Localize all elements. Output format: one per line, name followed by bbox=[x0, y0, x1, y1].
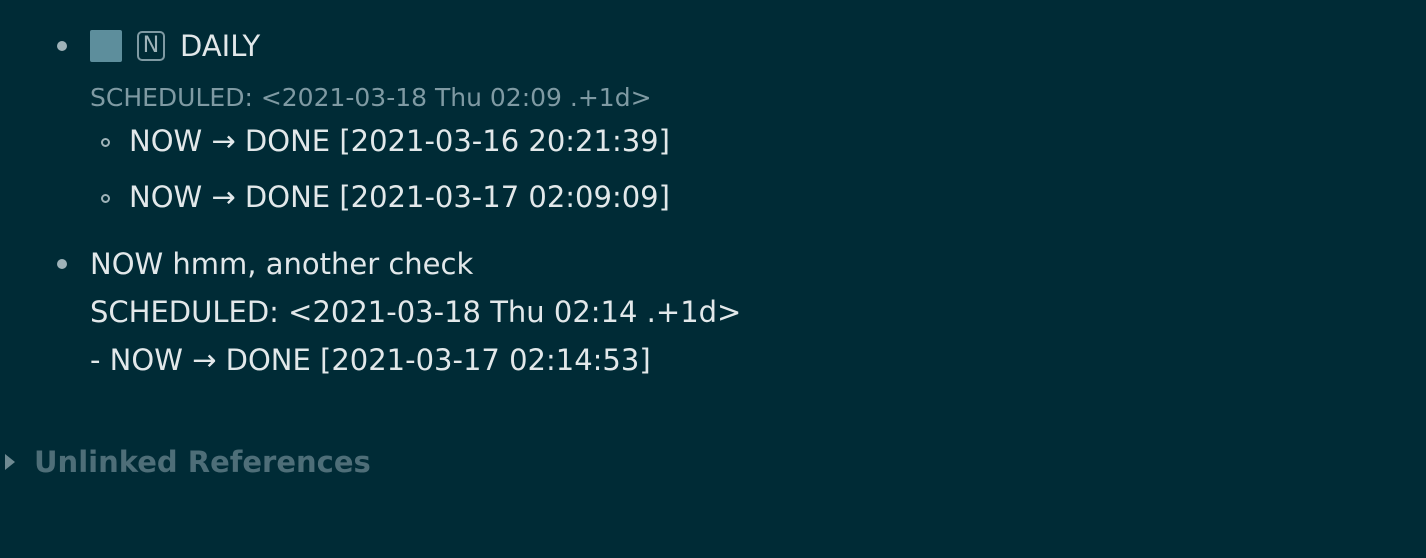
checkbox-icon[interactable] bbox=[90, 30, 122, 62]
bullet-dot-icon[interactable] bbox=[57, 41, 67, 51]
child-log-entry[interactable]: NOW → DONE [2021-03-17 02:09:09] bbox=[129, 179, 670, 215]
page: N DAILY SCHEDULED: <2021-03-18 Thu 02:09… bbox=[0, 0, 1426, 558]
child-bullet-icon[interactable] bbox=[101, 194, 110, 203]
scheduled-line: SCHEDULED: <2021-03-18 Thu 02:09 .+1d> bbox=[90, 83, 652, 112]
block-line[interactable]: NOW hmm, another check bbox=[90, 246, 473, 282]
block-title-daily[interactable]: DAILY bbox=[180, 28, 260, 64]
n-marker-icon[interactable]: N bbox=[137, 31, 165, 61]
block-line[interactable]: SCHEDULED: <2021-03-18 Thu 02:14 .+1d> bbox=[90, 294, 741, 330]
triangle-right-icon[interactable] bbox=[5, 454, 15, 470]
child-log-entry[interactable]: NOW → DONE [2021-03-16 20:21:39] bbox=[129, 123, 670, 159]
child-bullet-icon[interactable] bbox=[101, 138, 110, 147]
unlinked-references-header[interactable]: Unlinked References bbox=[34, 444, 371, 480]
block-line[interactable]: - NOW → DONE [2021-03-17 02:14:53] bbox=[90, 342, 651, 378]
bullet-dot-icon[interactable] bbox=[57, 259, 67, 269]
